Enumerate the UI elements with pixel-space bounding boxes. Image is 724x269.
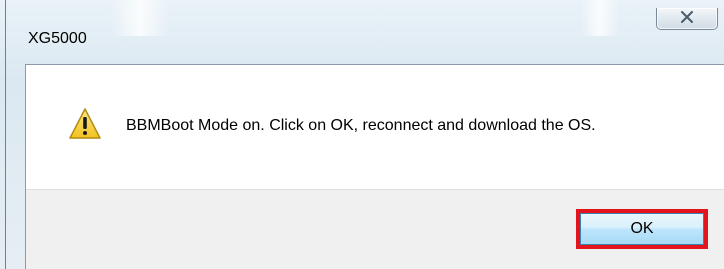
window-title: XG5000 (28, 30, 87, 47)
warning-icon (68, 107, 102, 141)
close-button[interactable] (656, 8, 718, 30)
frame-sheen (580, 0, 620, 36)
frame-sheen (110, 0, 170, 36)
frame-border (5, 0, 6, 269)
close-icon (680, 10, 694, 28)
message-area: BBMBoot Mode on. Click on OK, reconnect … (26, 65, 724, 189)
ok-button[interactable]: OK (576, 209, 708, 249)
ok-button-label: OK (580, 213, 704, 245)
dialog-client-area: BBMBoot Mode on. Click on OK, reconnect … (25, 64, 724, 269)
dialog-window-frame: XG5000 BBMBoot Mode on. Click on OK, rec… (0, 0, 724, 269)
dialog-message: BBMBoot Mode on. Click on OK, reconnect … (126, 117, 596, 134)
